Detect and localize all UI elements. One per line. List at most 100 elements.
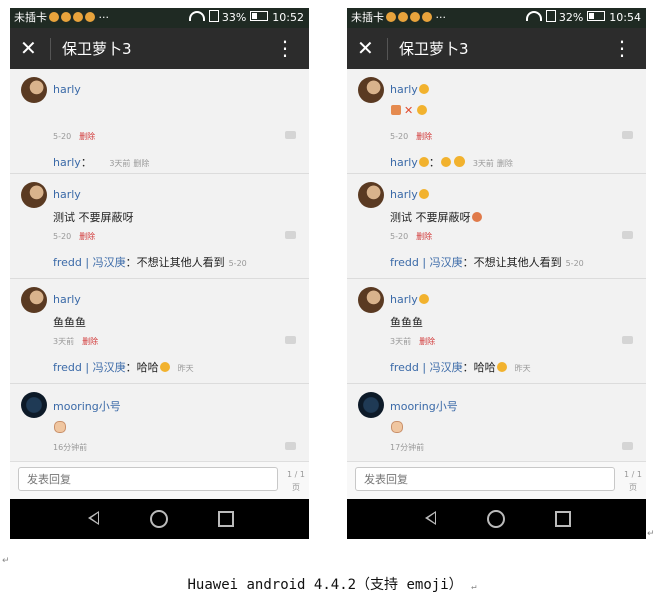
recent-apps-icon[interactable] — [218, 511, 234, 527]
post-text: 鱼鱼鱼 — [53, 316, 86, 329]
delete-link[interactable]: 删除 — [497, 159, 513, 168]
comment-icon[interactable] — [285, 336, 296, 344]
home-icon[interactable] — [150, 510, 168, 528]
more-vert-icon[interactable]: ⋮ — [612, 36, 632, 60]
reply-author[interactable]: harly — [53, 156, 81, 169]
back-icon[interactable] — [425, 511, 436, 525]
post-text: 鱼鱼鱼 — [390, 316, 423, 329]
grin-emoji-icon — [159, 362, 170, 372]
username[interactable]: harly — [390, 293, 429, 306]
comment-icon[interactable] — [285, 131, 296, 139]
more-vert-icon[interactable]: ⋮ — [275, 36, 295, 60]
close-icon[interactable]: ✕ — [20, 37, 37, 59]
carrier-label: 未插卡 — [14, 11, 47, 24]
post-emoji-row: ✕ — [390, 104, 428, 117]
octopus-emoji-icon — [471, 212, 482, 222]
page-indicator[interactable]: 1 / 1 页 — [624, 468, 642, 494]
grin-emoji-icon — [418, 84, 429, 94]
recent-apps-icon[interactable] — [555, 511, 571, 527]
grin-emoji-icon — [418, 157, 429, 167]
wifi-icon — [188, 11, 205, 21]
comment-icon[interactable] — [622, 131, 633, 139]
avatar[interactable] — [358, 392, 384, 418]
comment-list[interactable]: harly ✕ 5-20 删除 harly： 3天前 删除 harly 测试 不要屏蔽… — [347, 69, 646, 461]
delete-link[interactable]: 删除 — [419, 337, 435, 346]
reply-text: ： — [428, 156, 440, 169]
post-time: 3天前 — [53, 337, 75, 346]
list-item: harly 5-20 删除 harly： 3天前 删除 — [10, 69, 309, 174]
comment-icon[interactable] — [285, 442, 296, 450]
username[interactable]: harly — [390, 188, 429, 201]
avatar[interactable] — [358, 182, 384, 208]
back-icon[interactable] — [88, 511, 99, 525]
notification-icon — [386, 12, 396, 22]
delete-link[interactable]: 删除 — [133, 159, 149, 168]
reply-author[interactable]: harly — [390, 156, 418, 169]
comment-icon[interactable] — [622, 231, 633, 239]
delete-link[interactable]: 删除 — [79, 132, 95, 141]
sim-icon — [545, 10, 556, 22]
avatar[interactable] — [21, 287, 47, 313]
system-nav-bar — [347, 499, 646, 539]
phone-screen-right: 未插卡 ··· 32% 10:54 ✕ 保卫萝卜3 ⋮ harly ✕ 5-20 删… — [347, 8, 646, 539]
page-indicator[interactable]: 1 / 1 页 — [287, 468, 305, 494]
notification-icon — [85, 12, 95, 22]
list-item: harly 测试 不要屏蔽呀 5-20 删除 fredd | 冯汉庚：不想让其他人… — [10, 174, 309, 279]
reply-time: 昨天 — [177, 364, 194, 373]
close-icon[interactable]: ✕ — [357, 37, 374, 59]
avatar[interactable] — [358, 77, 384, 103]
page-title: 保卫萝卜3 — [62, 40, 132, 58]
post-text-value: 测试 不要屏蔽呀 — [390, 211, 471, 224]
notification-icon — [398, 12, 408, 22]
username[interactable]: harly — [53, 83, 81, 96]
username[interactable]: mooring小号 — [390, 398, 458, 414]
status-bar: 未插卡 ··· 32% 10:54 — [347, 8, 646, 28]
reply-author[interactable]: fredd | 冯汉庚 — [53, 256, 126, 269]
avatar[interactable] — [21, 182, 47, 208]
username[interactable]: harly — [390, 83, 429, 96]
delete-link[interactable]: 删除 — [416, 232, 432, 241]
reply-bar: 1 / 1 页 — [347, 461, 646, 500]
home-icon[interactable] — [487, 510, 505, 528]
username-text: harly — [390, 188, 418, 201]
username[interactable]: harly — [53, 293, 81, 306]
delete-link[interactable]: 删除 — [82, 337, 98, 346]
reply-time: 5-20 — [565, 259, 584, 268]
carrier-label: 未插卡 — [351, 11, 384, 24]
reply-author[interactable]: fredd | 冯汉庚 — [390, 256, 463, 269]
reply-input[interactable] — [18, 467, 278, 491]
reply-input[interactable] — [355, 467, 615, 491]
toolbar-divider — [50, 38, 51, 60]
page-count: 1 / 1 — [287, 470, 305, 479]
notification-icon — [422, 12, 432, 22]
list-item: mooring小号 16分钟前 — [10, 384, 309, 461]
toolbar: ✕ 保卫萝卜3 ⋮ — [10, 28, 309, 69]
delete-link[interactable]: 删除 — [79, 232, 95, 241]
reply-line: harly ： 3天前 删除 — [390, 154, 513, 170]
username-text: harly — [390, 83, 418, 96]
notification-icon — [49, 12, 59, 22]
page-count: 1 / 1 — [624, 470, 642, 479]
battery-percent: 33% — [221, 11, 247, 24]
comment-icon[interactable] — [622, 442, 633, 450]
comment-list[interactable]: harly 5-20 删除 harly： 3天前 删除 harly 测试 不要屏蔽呀… — [10, 69, 309, 461]
comment-icon[interactable] — [285, 231, 296, 239]
grin-emoji-icon — [418, 189, 429, 199]
reply-author[interactable]: fredd | 冯汉庚 — [53, 361, 126, 374]
status-bar: 未插卡 ··· 33% 10:52 — [10, 8, 309, 28]
avatar[interactable] — [21, 77, 47, 103]
reply-time: 3天前 — [472, 159, 494, 168]
delete-link[interactable]: 删除 — [416, 132, 432, 141]
list-item: harly ✕ 5-20 删除 harly： 3天前 删除 — [347, 69, 646, 174]
username[interactable]: mooring小号 — [53, 398, 121, 414]
reply-text: ：不想让其他人看到 — [462, 256, 562, 269]
sim-icon — [208, 10, 219, 22]
post-time: 5-20 — [390, 132, 409, 141]
comment-icon[interactable] — [622, 336, 633, 344]
reply-author[interactable]: fredd | 冯汉庚 — [390, 361, 463, 374]
avatar[interactable] — [21, 392, 47, 418]
post-time: 5-20 — [53, 232, 72, 241]
username[interactable]: harly — [53, 188, 81, 201]
toolbar: ✕ 保卫萝卜3 ⋮ — [347, 28, 646, 69]
avatar[interactable] — [358, 287, 384, 313]
